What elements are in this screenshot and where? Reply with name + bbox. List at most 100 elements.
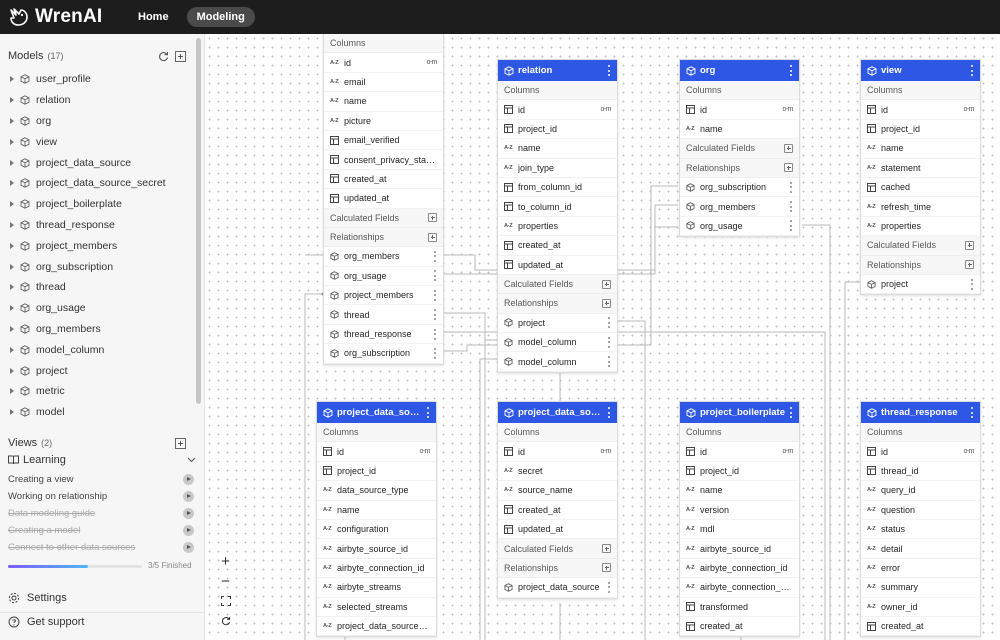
column-row[interactable]: A-Z configuration xyxy=(317,520,436,540)
add-relationship-icon[interactable] xyxy=(965,260,974,270)
column-row[interactable]: A-Z secret xyxy=(498,462,617,482)
node-header[interactable]: project_data_source_secret xyxy=(498,402,617,423)
column-row[interactable]: created_at xyxy=(498,501,617,520)
column-row[interactable]: thread_id xyxy=(861,462,980,482)
column-row[interactable]: A-Z airbyte_source_id xyxy=(317,539,436,559)
column-row[interactable]: project_id xyxy=(861,120,980,140)
sidebar-model-thread[interactable]: thread xyxy=(8,277,193,298)
relationship-more-icon[interactable] xyxy=(608,356,611,368)
column-row[interactable]: A-Z id o-m xyxy=(324,53,443,73)
sidebar-model-project-boilerplate[interactable]: project_boilerplate xyxy=(8,194,193,215)
add-calculated-field-icon[interactable] xyxy=(965,240,974,250)
learning-item[interactable]: Connect to other data sources xyxy=(0,539,204,556)
relationship-row[interactable]: thread xyxy=(324,305,443,325)
node-header[interactable]: relation xyxy=(498,60,617,81)
relationship-more-icon[interactable] xyxy=(790,201,793,213)
column-row[interactable]: id o-m xyxy=(317,442,436,462)
add-model-icon[interactable] xyxy=(175,50,186,62)
expand-caret-icon[interactable] xyxy=(10,138,14,145)
column-row[interactable]: id o-m xyxy=(498,100,617,120)
expand-caret-icon[interactable] xyxy=(10,388,14,395)
learning-header[interactable]: Learning xyxy=(0,452,204,468)
column-row[interactable]: A-Z join_type xyxy=(498,159,617,178)
column-row[interactable]: A-Z detail xyxy=(861,539,980,559)
column-row[interactable]: A-Z source_name xyxy=(498,481,617,501)
column-row[interactable]: to_column_id xyxy=(498,197,617,217)
sidebar-model-project-data-source-secret[interactable]: project_data_source_secret xyxy=(8,173,193,194)
refresh-icon[interactable] xyxy=(158,51,169,62)
column-row[interactable]: id o-m xyxy=(498,442,617,462)
model-node-project-boilerplate[interactable]: project_boilerplate Columns id o-m project_i… xyxy=(679,401,800,638)
add-relationship-icon[interactable] xyxy=(602,298,611,308)
expand-caret-icon[interactable] xyxy=(10,159,14,166)
expand-caret-icon[interactable] xyxy=(10,242,14,249)
play-icon[interactable] xyxy=(183,491,194,502)
relationship-row[interactable]: org_members xyxy=(680,197,799,217)
nav-home-tab[interactable]: Home xyxy=(128,7,179,27)
nav-modeling-tab[interactable]: Modeling xyxy=(186,7,255,27)
relationship-row[interactable]: project xyxy=(498,314,617,334)
expand-caret-icon[interactable] xyxy=(10,346,14,353)
zoom-in-button[interactable]: + xyxy=(212,551,239,571)
sidebar-model-org-members[interactable]: org_members xyxy=(8,319,193,340)
column-row[interactable]: A-Z data_source_type xyxy=(317,481,436,501)
column-row[interactable]: A-Z status xyxy=(861,520,980,540)
column-row[interactable]: A-Z project_data_source_secret_id xyxy=(317,617,436,637)
expand-caret-icon[interactable] xyxy=(10,76,14,83)
sidebar-model-view[interactable]: view xyxy=(8,131,193,152)
column-row[interactable]: A-Z owner_id xyxy=(861,598,980,617)
learning-item[interactable]: Creating a view xyxy=(0,471,204,488)
learning-item[interactable]: Data modeling guide xyxy=(0,505,204,522)
sidebar-model-org-usage[interactable]: org_usage xyxy=(8,298,193,319)
column-row[interactable]: id o-m xyxy=(680,442,799,462)
expand-caret-icon[interactable] xyxy=(10,367,14,374)
column-row[interactable]: A-Z picture xyxy=(324,112,443,131)
column-row[interactable]: created_at xyxy=(498,236,617,256)
zoom-out-button[interactable]: − xyxy=(212,571,239,591)
add-relationship-icon[interactable] xyxy=(428,232,437,242)
relationship-row[interactable]: thread_response xyxy=(324,325,443,345)
column-row[interactable]: A-Z mdl xyxy=(680,520,799,540)
node-more-icon[interactable] xyxy=(971,65,974,76)
relationship-more-icon[interactable] xyxy=(434,309,437,321)
support-link[interactable]: Get support xyxy=(8,616,84,628)
column-row[interactable]: project_id xyxy=(680,462,799,482)
node-more-icon[interactable] xyxy=(790,407,793,418)
column-row[interactable]: A-Z error xyxy=(861,559,980,579)
column-row[interactable]: id o-m xyxy=(861,100,980,120)
column-row[interactable]: A-Z airbyte_streams xyxy=(317,578,436,598)
settings-link[interactable]: Settings xyxy=(8,592,67,604)
expand-caret-icon[interactable] xyxy=(10,221,14,228)
sidebar-model-user-profile[interactable]: user_profile xyxy=(8,69,193,90)
node-header[interactable]: project_boilerplate xyxy=(680,402,799,423)
column-row[interactable]: A-Z name xyxy=(680,120,799,140)
model-node-thread-response[interactable]: thread_response Columns id o-m thread_id A-Z q… xyxy=(860,401,981,638)
column-row[interactable]: id o-m xyxy=(861,442,980,462)
node-header[interactable]: view xyxy=(861,60,980,81)
sidebar-model-org-subscription[interactable]: org_subscription xyxy=(8,256,193,277)
sidebar-model-metric[interactable]: metric xyxy=(8,381,193,402)
column-row[interactable]: project_id xyxy=(317,462,436,482)
model-node-view[interactable]: view Columns id o-m project_id A-Z name A-Z stat… xyxy=(860,59,981,296)
relationship-row[interactable]: model_column xyxy=(498,333,617,353)
column-row[interactable]: A-Z name xyxy=(317,501,436,520)
column-row[interactable]: consent_privacy_statement xyxy=(324,150,443,170)
node-more-icon[interactable] xyxy=(971,407,974,418)
relationship-more-icon[interactable] xyxy=(608,581,611,593)
sidebar-scrollbar[interactable] xyxy=(196,38,201,404)
column-row[interactable]: project_id xyxy=(498,120,617,140)
model-node-relation[interactable]: relation Columns id o-m project_id A-Z name A-Z… xyxy=(497,59,618,373)
relationship-more-icon[interactable] xyxy=(434,250,437,262)
relationship-row[interactable]: org_subscription xyxy=(680,178,799,198)
relationship-more-icon[interactable] xyxy=(790,220,793,232)
add-calculated-field-icon[interactable] xyxy=(602,544,611,554)
column-row[interactable]: A-Z airbyte_connection_cron xyxy=(680,578,799,598)
relationship-more-icon[interactable] xyxy=(434,347,437,359)
expand-caret-icon[interactable] xyxy=(10,180,14,187)
relationship-more-icon[interactable] xyxy=(434,270,437,282)
column-row[interactable]: A-Z name xyxy=(498,139,617,159)
play-icon[interactable] xyxy=(183,542,194,553)
node-header[interactable]: org xyxy=(680,60,799,81)
column-row[interactable]: created_at xyxy=(861,617,980,637)
node-more-icon[interactable] xyxy=(427,407,430,418)
